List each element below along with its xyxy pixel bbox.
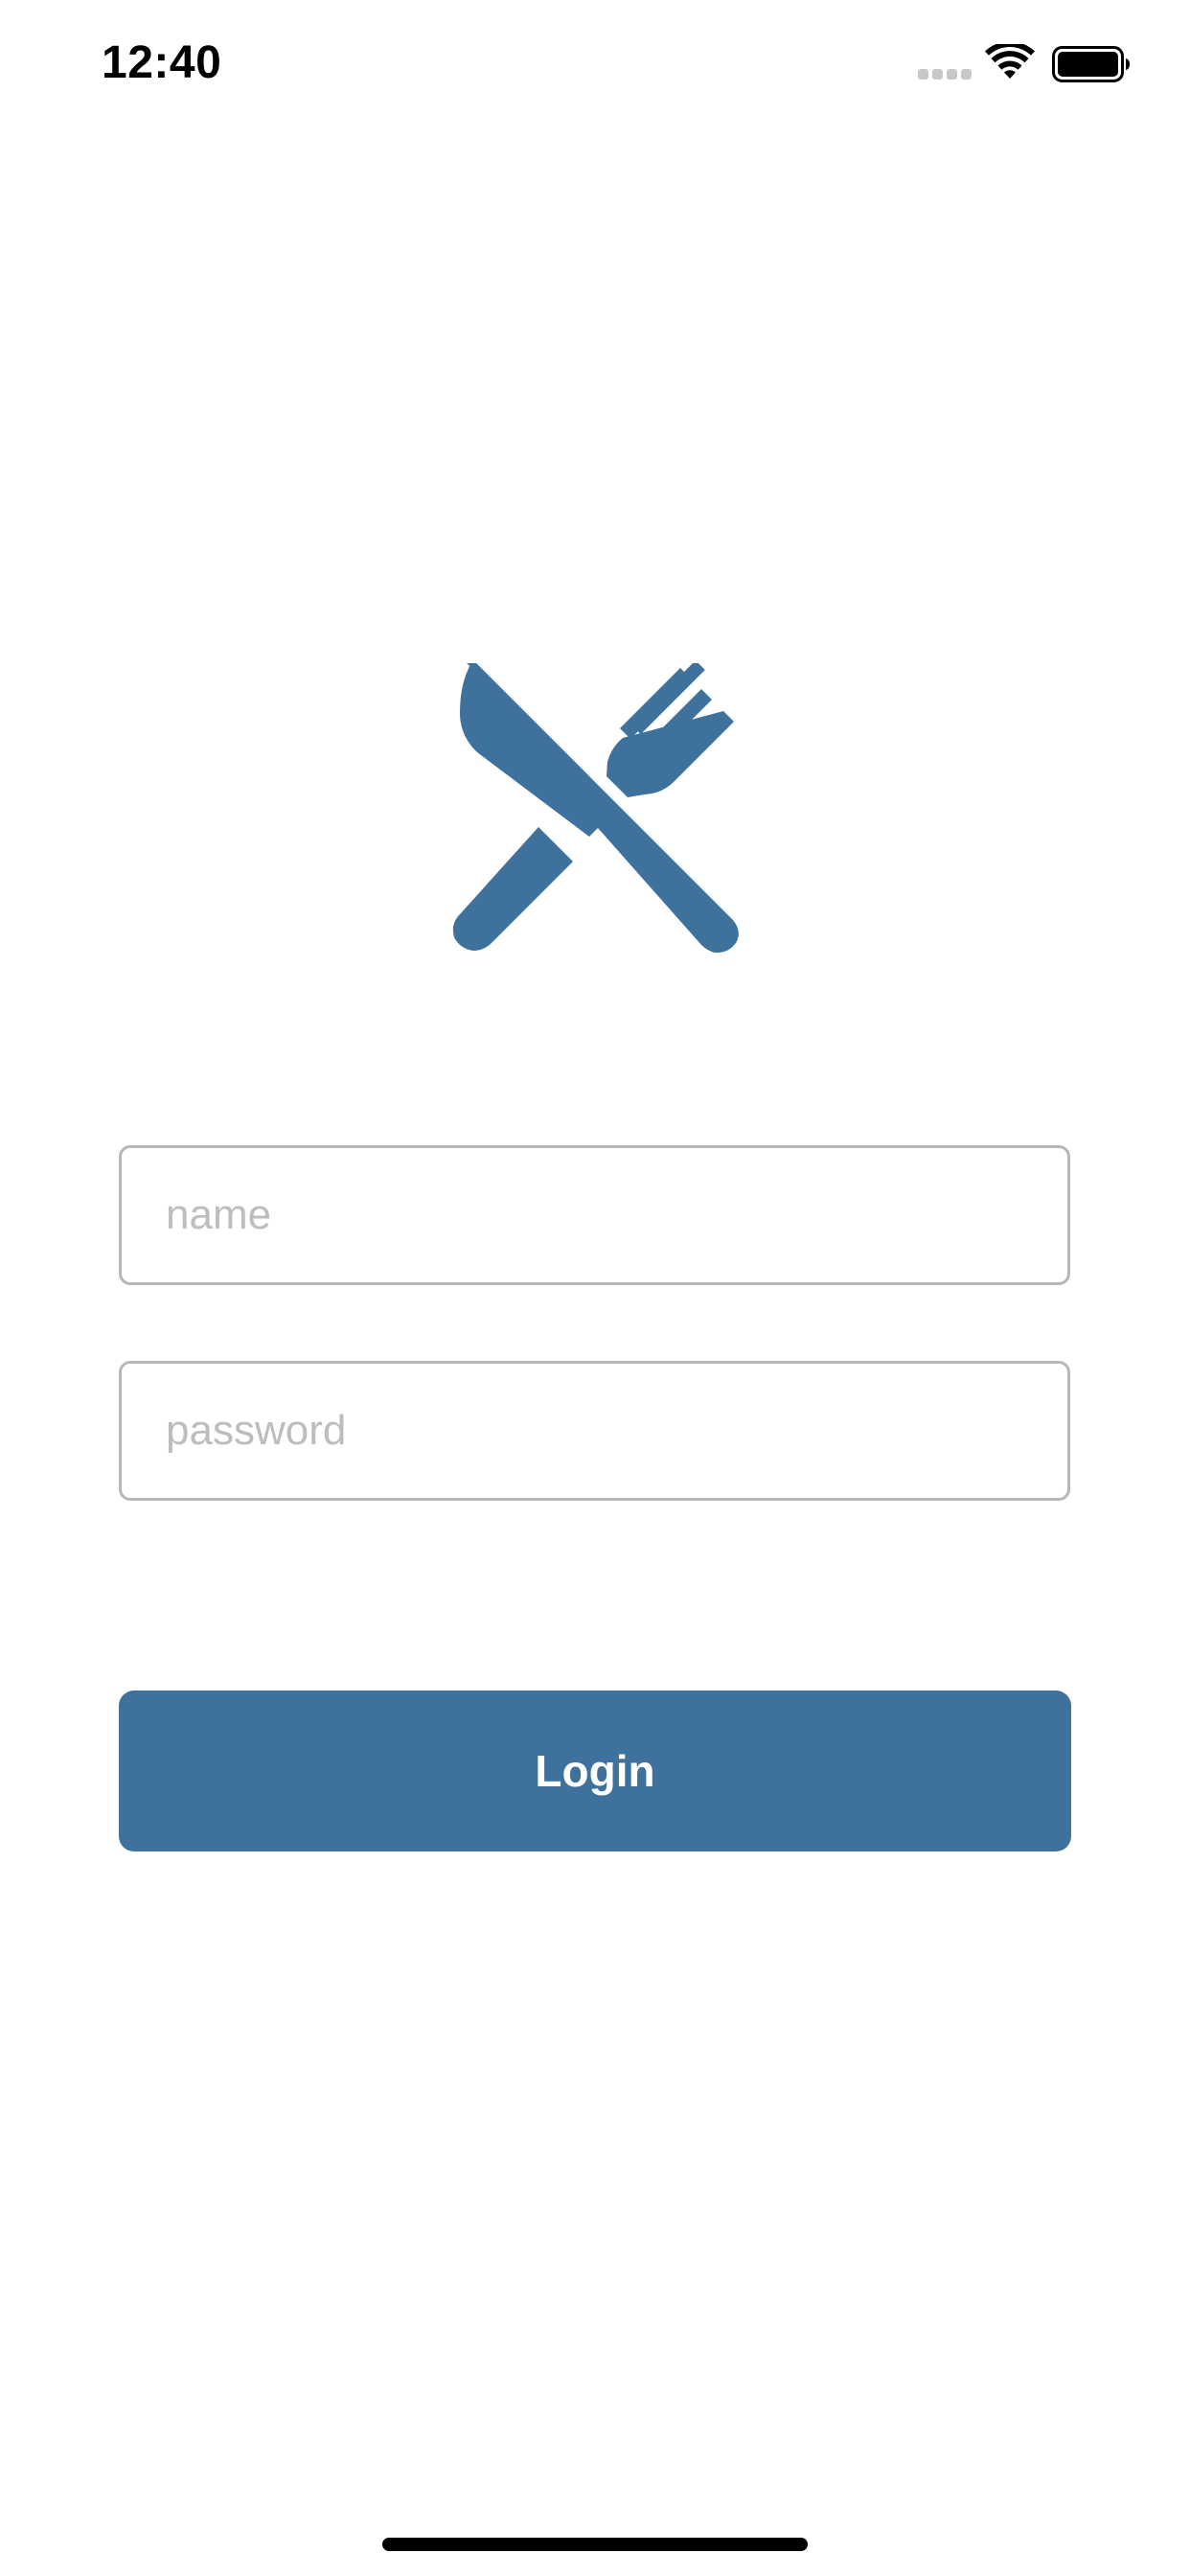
status-bar: 12:40 xyxy=(0,0,1190,126)
password-field[interactable] xyxy=(119,1361,1070,1501)
name-input[interactable] xyxy=(122,1148,1067,1282)
cellular-signal-icon xyxy=(918,69,973,80)
login-screen: 12:40 name Login xyxy=(0,0,1190,2576)
password-input[interactable] xyxy=(122,1364,1067,1498)
status-time: 12:40 xyxy=(102,37,222,88)
battery-icon xyxy=(1052,46,1130,82)
fork-and-knife-icon xyxy=(452,663,739,954)
login-button-label: Login xyxy=(535,1746,655,1796)
name-field[interactable] xyxy=(119,1145,1070,1285)
wifi-icon xyxy=(985,44,1035,79)
home-indicator[interactable] xyxy=(382,2538,808,2551)
login-button[interactable]: Login xyxy=(119,1690,1071,1852)
